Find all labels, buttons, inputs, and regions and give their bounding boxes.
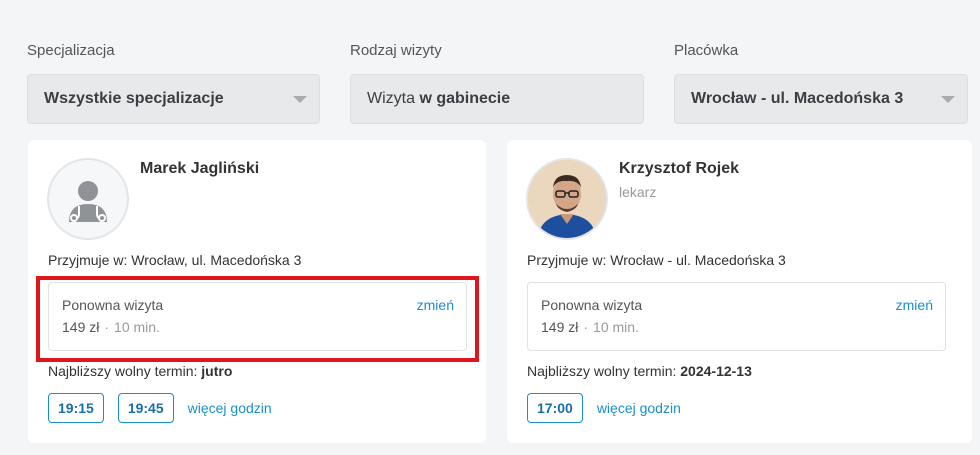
time-slot-button[interactable]: 19:15 [48,393,104,423]
doctor-name[interactable]: Krzysztof Rojek [619,160,739,178]
specialization-select[interactable]: Wszystkie specjalizacje [27,74,320,124]
visit-type-select[interactable]: Wizyta w gabinecie [350,74,644,124]
doctor-role: lekarz [619,184,657,200]
more-hours-link[interactable]: więcej godzin [597,400,681,416]
avatar [526,158,608,240]
visit-info-box: Ponowna wizyta zmień 149 zł · 10 min. [527,282,946,351]
time-slot-button[interactable]: 17:00 [527,393,583,423]
time-slots: 17:00 więcej godzin [527,393,681,423]
filter-label-facility: Placówka [674,42,739,59]
time-slots: 19:15 19:45 więcej godzin [48,393,272,423]
next-available: Najbliższy wolny termin: 2024-12-13 [527,363,752,379]
visit-type-label: Ponowna wizyta [541,297,643,313]
doctor-location: Przyjmuje w: Wrocław - ul. Macedońska 3 [527,252,786,268]
specialization-select-value: Wszystkie specjalizacje [44,90,224,107]
next-available: Najbliższy wolny termin: jutro [48,363,232,379]
next-available-label: Najbliższy wolny termin: [48,363,198,379]
visit-duration: 10 min. [593,319,639,335]
doctor-silhouette-icon [69,181,107,222]
doctor-location: Przyjmuje w: Wrocław, ul. Macedońska 3 [48,252,302,268]
chevron-down-icon [941,96,955,103]
time-slot-button[interactable]: 19:45 [117,393,174,423]
doctor-name[interactable]: Marek Jagliński [140,160,259,178]
more-hours-link[interactable]: więcej godzin [188,400,272,416]
separator-dot: · [583,319,589,335]
filter-label-specialization: Specjalizacja [27,42,115,59]
next-available-label: Najbliższy wolny termin: [527,363,677,379]
chevron-down-icon [293,96,307,103]
doctor-card: Krzysztof Rojek lekarz Przyjmuje w: Wroc… [507,140,972,443]
visit-price: 149 zł · 10 min. [541,319,639,335]
doctor-photo-icon [528,160,606,238]
next-available-value: jutro [201,363,233,379]
change-visit-link[interactable]: zmień [896,297,933,313]
facility-select-value: Wrocław - ul. Macedońska 3 [691,90,904,107]
visit-type-select-value: w gabinecie [419,90,511,107]
price-value: 149 zł [541,319,579,335]
visit-type-select-prefix: Wizyta [367,90,420,107]
avatar [47,158,129,240]
facility-select[interactable]: Wrocław - ul. Macedońska 3 [674,74,968,124]
highlight-box [36,276,479,362]
filter-label-visit-type: Rodzaj wizyty [350,42,442,59]
next-available-value: 2024-12-13 [680,363,752,379]
